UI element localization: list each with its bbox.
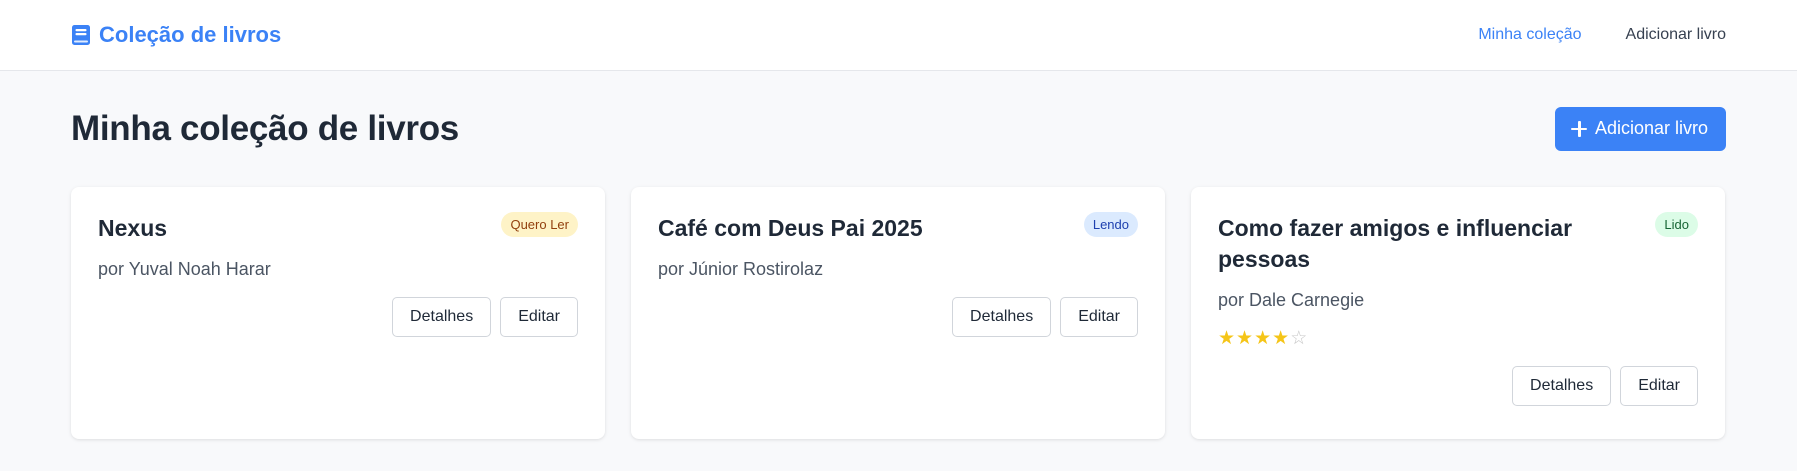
edit-button[interactable]: Editar [1060, 297, 1138, 337]
book-card-actions: Detalhes Editar [98, 297, 578, 337]
star-filled-icon: ★ [1272, 328, 1290, 349]
brand-link[interactable]: Coleção de livros [71, 22, 281, 48]
top-navbar: Coleção de livros Minha coleção Adiciona… [0, 0, 1797, 71]
edit-button[interactable]: Editar [500, 297, 578, 337]
nav-link-minha-colecao[interactable]: Minha coleção [1478, 26, 1581, 44]
plus-icon [1570, 120, 1587, 137]
details-button[interactable]: Detalhes [392, 297, 492, 337]
book-grid: Nexus Quero Ler por Yuval Noah Harar Det… [71, 187, 1726, 439]
book-card: Nexus Quero Ler por Yuval Noah Harar Det… [71, 187, 605, 439]
book-card-actions: Detalhes Editar [1218, 366, 1698, 406]
book-author: por Dale Carnegie [1218, 290, 1365, 310]
book-title: Nexus [98, 215, 168, 241]
status-badge: Lendo [1083, 212, 1138, 237]
page-title: Minha coleção de livros [71, 108, 459, 148]
book-title: Como fazer amigos e influenciar pessoas [1218, 215, 1573, 272]
nav-link-adicionar-livro[interactable]: Adicionar livro [1626, 26, 1726, 44]
status-badge: Lido [1655, 212, 1698, 237]
book-card-header: Nexus Quero Ler [98, 212, 578, 244]
add-book-button[interactable]: Adicionar livro [1554, 106, 1726, 151]
details-button[interactable]: Detalhes [952, 297, 1052, 337]
book-card-header: Como fazer amigos e influenciar pessoas … [1218, 212, 1698, 275]
book-card-header: Café com Deus Pai 2025 Lendo [658, 212, 1138, 244]
brand-title: Coleção de livros [99, 22, 282, 47]
star-filled-icon: ★ [1236, 328, 1254, 349]
book-title: Café com Deus Pai 2025 [658, 215, 923, 241]
book-card-actions: Detalhes Editar [658, 297, 1138, 337]
details-button[interactable]: Detalhes [1512, 366, 1612, 406]
star-rating: ★ ★ ★ ★ ☆ [1218, 329, 1698, 349]
page-header: Minha coleção de livros Adicionar livro [71, 71, 1726, 186]
edit-button[interactable]: Editar [1620, 366, 1698, 406]
book-author: por Yuval Noah Harar [98, 259, 271, 279]
star-filled-icon: ★ [1254, 328, 1272, 349]
status-badge: Quero Ler [501, 212, 578, 237]
main-nav: Minha coleção Adicionar livro [1478, 26, 1726, 44]
star-filled-icon: ★ [1218, 328, 1236, 349]
star-empty-icon: ☆ [1290, 328, 1308, 349]
main-content: Minha coleção de livros Adicionar livro … [0, 71, 1797, 439]
book-card: Café com Deus Pai 2025 Lendo por Júnior … [631, 187, 1165, 439]
book-icon [72, 25, 90, 45]
book-author: por Júnior Rostirolaz [658, 259, 824, 279]
add-book-button-label: Adicionar livro [1594, 118, 1708, 138]
book-card: Como fazer amigos e influenciar pessoas … [1191, 187, 1725, 439]
